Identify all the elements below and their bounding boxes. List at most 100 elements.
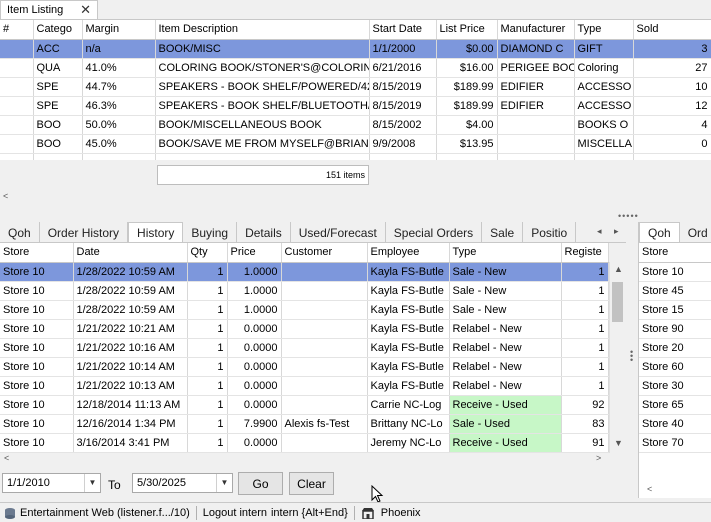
table-row[interactable]: SPE 44.7% SPEAKERS - BOOK SHELF/POWERED/42… [0, 77, 711, 97]
table-row[interactable]: Store 40 [639, 414, 711, 434]
table-row[interactable]: Store 10 1/28/2022 10:59 AM 1 1.0000 Kayla F… [0, 262, 609, 282]
history-col-header[interactable]: Co [608, 243, 609, 263]
tab-scroll-left-icon[interactable]: ◂ [597, 226, 602, 237]
table-row[interactable]: Store 45 [639, 281, 711, 301]
history-tabs: Qoh Order History History Buying Details Used… [0, 222, 577, 243]
tab-positio[interactable]: Positio [523, 222, 577, 243]
item-col-header[interactable]: Item Description [155, 20, 370, 40]
tab-order-history[interactable]: Order History [40, 222, 129, 243]
table-row[interactable]: Store 10 1/21/2022 10:13 AM 1 0.0000 Kayla F… [0, 376, 609, 396]
scroll-down-icon[interactable]: ▼ [614, 438, 623, 448]
go-button[interactable]: Go [238, 472, 283, 495]
tab-details[interactable]: Details [237, 222, 291, 243]
history-col-header[interactable]: Qty [187, 243, 228, 263]
history-vscroll[interactable]: ▲ ▼ [609, 262, 625, 453]
tab-item-listing[interactable]: Item Listing ✕ [0, 0, 98, 19]
table-row[interactable]: Store 15 [639, 300, 711, 320]
table-cell [82, 153, 156, 160]
table-cell: Receive - Used [449, 433, 562, 453]
item-col-header[interactable]: Catego [33, 20, 83, 40]
history-col-header[interactable]: Type [449, 243, 562, 263]
table-row[interactable]: Store 10 3/16/2014 3:41 PM 1 0.0000 Jeremy N… [0, 433, 609, 453]
table-row[interactable]: Store 10 12/18/2014 11:13 AM 1 0.0000 Carrie… [0, 395, 609, 415]
history-col-header[interactable]: Price [227, 243, 282, 263]
table-row[interactable]: ACC n/a BOOK/MISC 1/1/2000 $0.00 DIAMOND C GIF… [0, 39, 711, 59]
tab-right-ord[interactable]: Ord [680, 222, 711, 243]
table-row[interactable]: Store 10 1/28/2022 10:59 AM 1 1.0000 Kayla F… [0, 300, 609, 320]
chevron-down-icon[interactable]: ▼ [216, 474, 232, 492]
table-cell: GIFT [574, 39, 634, 59]
vertical-splitter[interactable]: • • • [627, 222, 636, 500]
table-row[interactable]: Store 90 [639, 319, 711, 339]
scroll-left-arrow-icon[interactable]: < [3, 191, 8, 201]
item-col-header[interactable]: Margin [82, 20, 156, 40]
history-col-header[interactable]: Date [73, 243, 188, 263]
history-col-header[interactable]: Customer [281, 243, 368, 263]
table-cell: Store 10 [0, 433, 74, 453]
table-row[interactable]: Store 10 1/21/2022 10:14 AM 1 0.0000 Kayla F… [0, 357, 609, 377]
table-cell [497, 134, 575, 154]
hscroll-right-icon[interactable]: > [596, 453, 601, 463]
table-row[interactable]: Store 65 [639, 395, 711, 415]
tab-used-forecast[interactable]: Used/Forecast [291, 222, 386, 243]
history-grid[interactable]: Store Date Qty Price Customer Employee Type Reg… [0, 243, 609, 453]
item-grid-hscroll[interactable] [0, 160, 711, 164]
tab-qoh[interactable]: Qoh [0, 222, 40, 243]
hscroll-left-icon[interactable]: < [4, 453, 9, 463]
tab-buying[interactable]: Buying [183, 222, 238, 243]
item-grid[interactable]: # Catego Margin Item Description Start Date L… [0, 20, 711, 160]
clear-button[interactable]: Clear [289, 472, 334, 495]
table-row[interactable]: Store 10 1/28/2022 10:59 AM 1 1.0000 Kayla F… [0, 281, 609, 301]
table-row[interactable]: Store 60 [639, 357, 711, 377]
table-cell: 0.0000 [227, 357, 282, 377]
item-col-header[interactable]: Manufacturer [497, 20, 575, 40]
tab-sale[interactable]: Sale [482, 222, 524, 243]
table-row[interactable]: Store 10 1/21/2022 10:16 AM 1 0.0000 Kayla F… [0, 338, 609, 358]
history-col-header[interactable]: Store [0, 243, 74, 263]
history-hscroll[interactable]: < > [0, 453, 609, 465]
table-cell: 1/28/2022 10:59 AM [73, 281, 188, 301]
table-row[interactable] [0, 153, 711, 160]
splitter-grip-icon[interactable]: ••••• [618, 211, 639, 221]
table-row[interactable]: Store 20 [639, 338, 711, 358]
history-vscroll-thumb[interactable] [612, 282, 623, 322]
table-cell: 1 [187, 319, 228, 339]
splitter-grip-vertical-icon[interactable]: • • • [630, 348, 633, 365]
table-cell: 1 [561, 338, 609, 358]
close-icon[interactable]: ✕ [80, 2, 91, 18]
tab-special-orders[interactable]: Special Orders [386, 222, 483, 243]
item-col-header[interactable]: Type [574, 20, 634, 40]
table-row[interactable]: Store 10 12/16/2014 1:34 PM 1 7.9900 Alexis … [0, 414, 609, 434]
table-row[interactable]: Store 30 [639, 376, 711, 396]
from-date-picker[interactable]: 1/1/2010 ▼ [2, 473, 101, 493]
chevron-down-icon[interactable]: ▼ [84, 474, 100, 492]
to-date-picker[interactable]: 5/30/2025 ▼ [132, 473, 233, 493]
table-row[interactable]: BOO 50.0% BOOK/MISCELLANEOUS BOOK 8/15/2002… [0, 115, 711, 135]
scroll-up-icon[interactable]: ▲ [614, 264, 623, 274]
qoh-scroll-left-icon[interactable]: < [647, 484, 652, 494]
table-cell [0, 115, 34, 135]
table-row[interactable]: Store 70 [639, 433, 711, 453]
table-cell: 9/9/2008 [369, 134, 437, 154]
history-col-header[interactable]: Registe [561, 243, 609, 263]
table-row[interactable]: QUA 41.0% COLORING BOOK/STONER'S@COLORIN 6/… [0, 58, 711, 78]
to-date-value: 5/30/2025 [137, 477, 186, 489]
table-cell: 1.0000 [227, 262, 282, 282]
table-row[interactable]: BOO 45.0% BOOK/SAVE ME FROM MYSELF@BRIAN 9/… [0, 134, 711, 154]
tab-history[interactable]: History [128, 222, 184, 243]
table-cell [0, 134, 34, 154]
tab-right-qoh[interactable]: Qoh [639, 222, 680, 243]
logout-link[interactable]: Logout intern [203, 507, 267, 519]
item-col-header[interactable]: # [0, 20, 34, 40]
table-row[interactable]: Store 10 1/21/2022 10:21 AM 1 0.0000 Kayla F… [0, 319, 609, 339]
qoh-header-store[interactable]: Store [639, 243, 711, 263]
tab-scroll-right-icon[interactable]: ▸ [614, 226, 619, 237]
table-row[interactable]: SPE 46.3% SPEAKERS - BOOK SHELF/BLUETOOTH/… [0, 96, 711, 116]
item-col-header[interactable]: List Price [436, 20, 498, 40]
table-row[interactable]: Store 10 [639, 262, 711, 282]
history-col-header[interactable]: Employee [367, 243, 450, 263]
table-cell: 7.9900 [227, 414, 282, 434]
item-col-header[interactable]: Start Date [369, 20, 437, 40]
table-cell: Store 10 [0, 414, 74, 434]
item-col-header[interactable]: Sold [633, 20, 711, 40]
